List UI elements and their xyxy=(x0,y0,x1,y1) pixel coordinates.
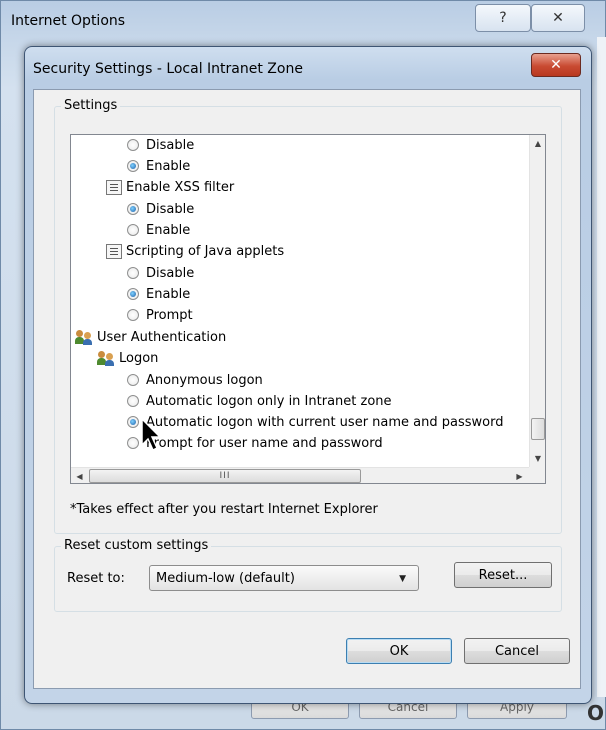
setting-label: Scripting of Java applets xyxy=(126,243,285,259)
radio-label: Enable xyxy=(146,222,191,238)
close-icon: ✕ xyxy=(550,57,562,73)
horizontal-scroll-thumb[interactable]: III xyxy=(89,469,361,483)
radio-label: Enable xyxy=(146,158,191,174)
radio-label: Disable xyxy=(146,201,195,217)
reset-level-select[interactable]: Medium-low (default) ▼ xyxy=(149,565,419,591)
radio-label: Enable xyxy=(146,286,191,302)
mouse-cursor-icon xyxy=(141,418,162,452)
radio-label: Automatic logon only in Intranet zone xyxy=(146,393,392,409)
list-item[interactable]: Disable xyxy=(127,199,194,219)
dialog-title: Security Settings - Local Intranet Zone xyxy=(33,61,303,77)
users-icon xyxy=(97,350,115,366)
radio-java-disable[interactable] xyxy=(127,267,139,279)
restart-note: *Takes effect after you restart Internet… xyxy=(70,502,378,517)
horizontal-scrollbar[interactable]: ◀ III ▶ xyxy=(71,467,529,483)
list-item[interactable]: Automatic logon only in Intranet zone xyxy=(127,391,392,411)
category-label: User Authentication xyxy=(97,329,227,345)
radio-anonymous-logon[interactable] xyxy=(127,374,139,386)
radio-prompt-credentials[interactable] xyxy=(127,437,139,449)
setting-label: Enable XSS filter xyxy=(126,179,235,195)
subcategory-logon: Logon xyxy=(97,348,158,368)
radio-java-enable[interactable] xyxy=(127,288,139,300)
radio-java-prompt[interactable] xyxy=(127,309,139,321)
vertical-scrollbar[interactable]: ▲ ▼ xyxy=(529,135,545,467)
scroll-corner xyxy=(529,467,545,483)
settings-group-label: Settings xyxy=(61,98,121,113)
dialog-close-button[interactable]: ✕ xyxy=(531,53,581,77)
list-item[interactable]: Enable xyxy=(127,220,190,240)
background-panel-edge xyxy=(597,37,606,697)
internet-options-title: Internet Options xyxy=(11,13,126,29)
vertical-scroll-thumb[interactable] xyxy=(531,418,545,440)
dialog-body: Settings Disable Enable Enable XSS filte… xyxy=(33,89,581,689)
reset-button[interactable]: Reset... xyxy=(454,562,552,588)
radio-label: Disable xyxy=(146,137,195,153)
radio-auto-logon-intranet[interactable] xyxy=(127,395,139,407)
list-item[interactable]: Anonymous logon xyxy=(127,370,263,390)
list-item[interactable]: Enable xyxy=(127,284,190,304)
users-icon xyxy=(75,329,93,345)
setting-icon xyxy=(106,179,122,195)
security-settings-dialog: Security Settings - Local Intranet Zone … xyxy=(24,46,592,704)
setting-icon xyxy=(106,243,122,259)
scroll-right-icon[interactable]: ▶ xyxy=(511,468,528,483)
category-user-authentication: User Authentication xyxy=(75,327,226,347)
list-item[interactable]: Automatic logon with current user name a… xyxy=(127,412,503,432)
help-button[interactable]: ? xyxy=(475,4,531,32)
setting-scripting-java-applets: Scripting of Java applets xyxy=(106,241,284,261)
radio-label: Automatic logon with current user name a… xyxy=(146,414,504,430)
radio-disable-1[interactable] xyxy=(127,139,139,151)
ok-button[interactable]: OK xyxy=(346,638,452,664)
radio-xss-enable[interactable] xyxy=(127,224,139,236)
setting-enable-xss-filter: Enable XSS filter xyxy=(106,177,234,197)
radio-label: Prompt for user name and password xyxy=(146,435,383,451)
radio-label: Prompt xyxy=(146,307,193,323)
grip-icon: III xyxy=(219,471,231,481)
radio-auto-logon-current-user[interactable] xyxy=(127,416,139,428)
subcategory-label: Logon xyxy=(119,350,159,366)
list-item[interactable]: Prompt xyxy=(127,305,193,325)
radio-enable-1[interactable] xyxy=(127,160,139,172)
scroll-up-icon[interactable]: ▲ xyxy=(530,135,545,152)
reset-group-label: Reset custom settings xyxy=(61,538,212,553)
reset-level-value: Medium-low (default) xyxy=(156,570,295,586)
list-item[interactable]: Prompt for user name and password xyxy=(127,433,383,453)
internet-options-close-button[interactable]: ✕ xyxy=(531,4,585,32)
list-item[interactable]: Enable xyxy=(127,156,190,176)
list-item[interactable]: Disable xyxy=(127,263,194,283)
list-item[interactable]: Disable xyxy=(127,135,194,155)
bg-edge-text: O xyxy=(587,701,605,725)
scroll-left-icon[interactable]: ◀ xyxy=(71,468,88,483)
radio-label: Anonymous logon xyxy=(146,372,263,388)
reset-to-label: Reset to: xyxy=(67,571,125,586)
cancel-button[interactable]: Cancel xyxy=(464,638,570,664)
scroll-down-icon[interactable]: ▼ xyxy=(530,450,545,467)
chevron-down-icon: ▼ xyxy=(399,574,406,584)
radio-xss-disable[interactable] xyxy=(127,203,139,215)
radio-label: Disable xyxy=(146,265,195,281)
